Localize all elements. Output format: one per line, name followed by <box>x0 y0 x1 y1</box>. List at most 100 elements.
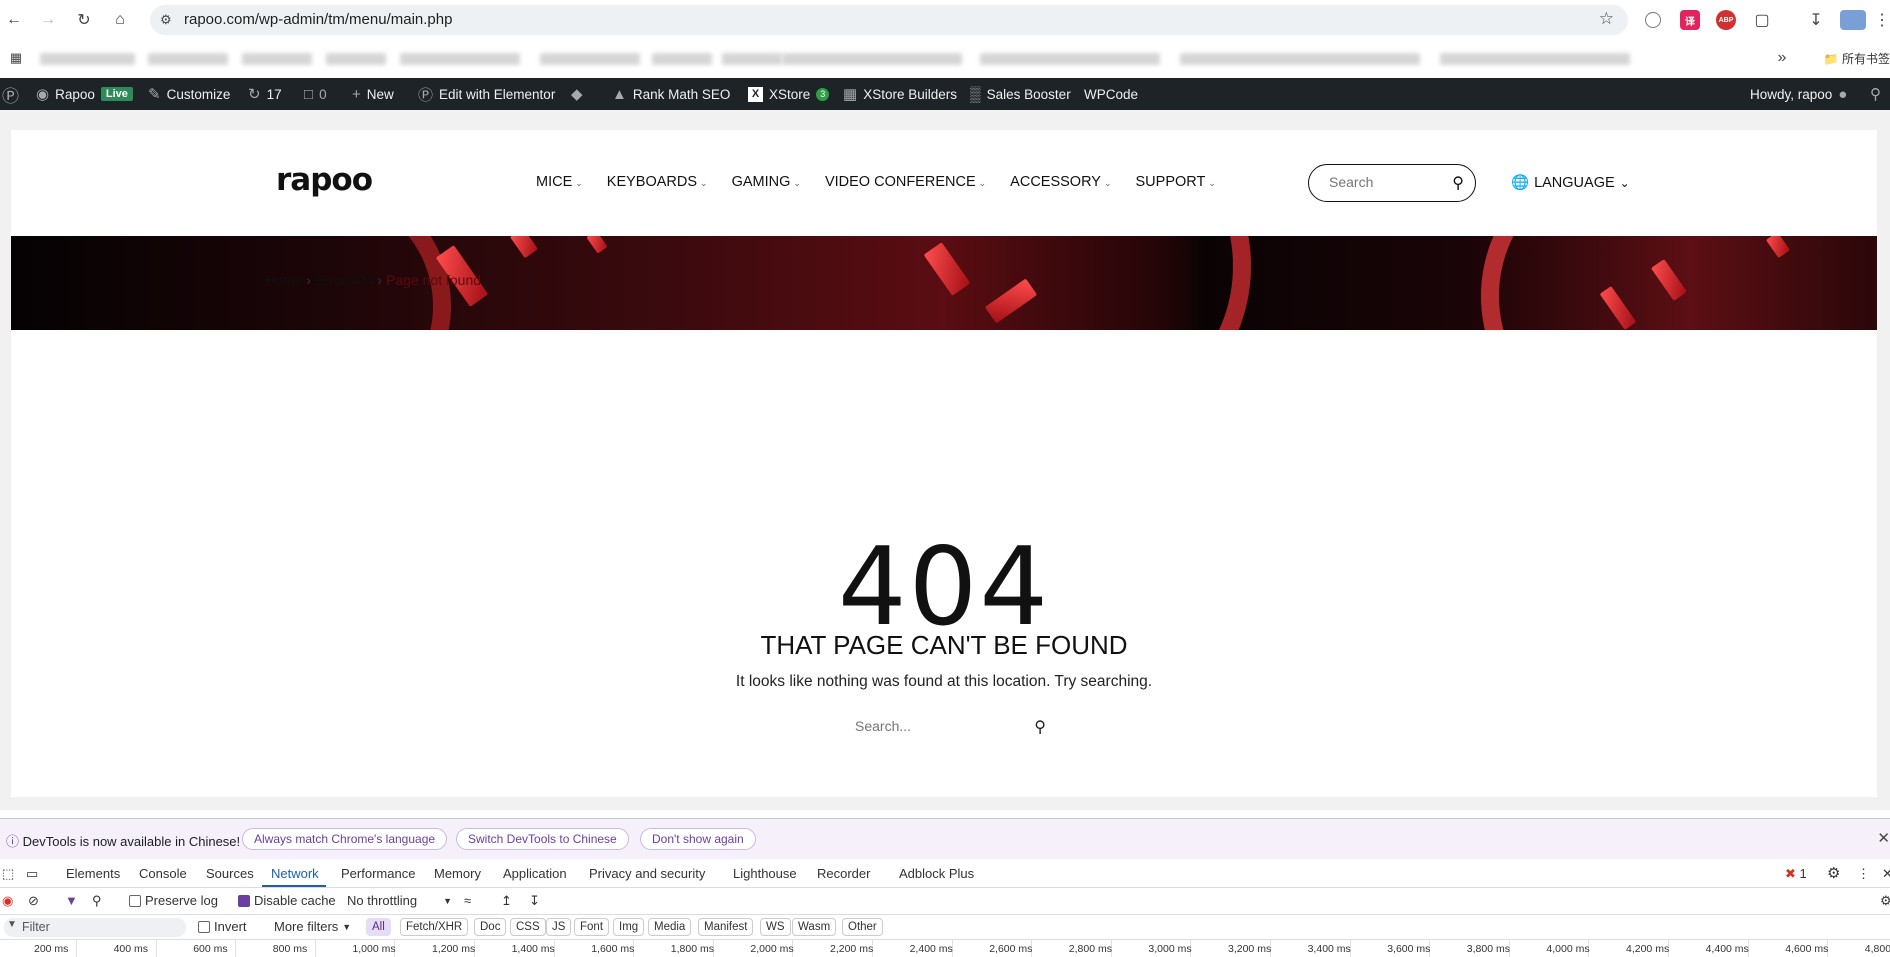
tab-adblock-plus[interactable]: Adblock Plus <box>899 866 974 881</box>
menu-item-keyboards[interactable]: KEYBOARDS ⌄ <box>607 174 708 190</box>
bookmark-item[interactable] <box>40 53 135 65</box>
tab-application[interactable]: Application <box>503 866 567 881</box>
network-settings-icon[interactable]: ⚙ <box>1880 893 1890 909</box>
menu-item-support[interactable]: SUPPORT ⌄ <box>1136 174 1216 190</box>
address-bar[interactable]: ⚙ rapoo.com/wp-admin/tm/menu/main.php ☆ <box>150 5 1628 35</box>
type-filter-font[interactable]: Font <box>574 918 610 936</box>
menu-dots-icon[interactable]: ⋮ <box>1872 10 1890 30</box>
comments-link[interactable]: □ 0 <box>304 78 327 110</box>
network-timeline-overview[interactable]: 200 ms 400 ms 600 ms 800 ms 1,000 ms 1,200 ms… <box>0 940 1890 957</box>
match-language-button[interactable]: Always match Chrome's language <box>242 828 448 850</box>
export-har-icon[interactable]: ↧ <box>529 893 540 909</box>
type-filter-ws[interactable]: WS <box>760 918 791 936</box>
search-icon[interactable]: ⚲ <box>92 893 102 909</box>
clear-icon[interactable]: ⊘ <box>28 893 39 909</box>
search-icon[interactable]: ⚲ <box>1034 717 1046 737</box>
type-filter-doc[interactable]: Doc <box>474 918 507 936</box>
type-filter-js[interactable]: JS <box>546 918 572 936</box>
network-conditions-icon[interactable]: ≈ <box>464 893 471 908</box>
site-info-icon[interactable]: ⚙ <box>160 12 176 28</box>
filter-funnel-icon[interactable]: ▼ <box>65 893 78 908</box>
tab-lighthouse[interactable]: Lighthouse <box>733 866 797 881</box>
type-filter-css[interactable]: CSS <box>510 918 546 936</box>
header-search-input[interactable] <box>1329 174 1439 190</box>
type-filter-img[interactable]: Img <box>613 918 645 936</box>
sales-booster-menu[interactable]: ▒ Sales Booster <box>970 78 1071 110</box>
profile-avatar[interactable] <box>1840 10 1866 30</box>
bookmark-item[interactable] <box>652 53 712 65</box>
more-bookmarks-icon[interactable]: » <box>1772 48 1792 68</box>
account-menu[interactable]: Howdy, rapoo ● <box>1750 78 1847 110</box>
throttling-select[interactable]: No throttling ▼ <box>347 893 452 908</box>
all-bookmarks-folder[interactable]: 📁 所有书签 <box>1824 50 1890 67</box>
language-switcher[interactable]: 🌐 LANGUAGE ⌄ <box>1511 174 1630 192</box>
search-icon[interactable]: ⚲ <box>1452 173 1464 193</box>
type-filter-manifest[interactable]: Manifest <box>698 918 754 936</box>
extension-translate-icon[interactable]: 译 <box>1680 10 1700 30</box>
home-icon[interactable]: ⌂ <box>110 10 130 30</box>
bookmark-item[interactable] <box>400 53 520 65</box>
close-devtools-icon[interactable]: ✕ <box>1882 866 1890 882</box>
menu-item-mice[interactable]: MICE ⌄ <box>536 174 583 190</box>
filter-input[interactable]: Filter <box>4 918 186 937</box>
bookmark-star-icon[interactable]: ☆ <box>1599 9 1614 29</box>
preserve-log-checkbox[interactable]: Preserve log <box>129 893 218 908</box>
dont-show-again-button[interactable]: Don't show again <box>640 828 756 850</box>
device-toolbar-icon[interactable]: ▭ <box>26 866 38 882</box>
rank-math-menu[interactable]: ▲ Rank Math SEO <box>612 78 730 110</box>
bookmark-item[interactable] <box>722 53 782 65</box>
url-text[interactable]: rapoo.com/wp-admin/tm/menu/main.php <box>184 11 452 28</box>
admin-search-icon[interactable]: ⚲ <box>1870 78 1881 110</box>
tab-network[interactable]: Network <box>271 866 319 881</box>
updates-link[interactable]: ↻ 17 <box>248 78 282 110</box>
reload-icon[interactable]: ↻ <box>74 10 94 30</box>
switch-to-chinese-button[interactable]: Switch DevTools to Chinese <box>456 828 629 850</box>
close-icon[interactable]: ✕ <box>1877 829 1890 847</box>
tab-recorder[interactable]: Recorder <box>817 866 870 881</box>
bookmark-item[interactable] <box>242 53 312 65</box>
import-har-icon[interactable]: ↥ <box>501 893 512 909</box>
menu-item-accessory[interactable]: ACCESSORY ⌄ <box>1010 174 1111 190</box>
forward-icon[interactable]: → <box>38 10 58 30</box>
xstore-menu[interactable]: X XStore 3 <box>748 78 830 110</box>
more-filters-dropdown[interactable]: More filters ▼ <box>274 919 351 934</box>
tab-console[interactable]: Console <box>139 866 187 881</box>
type-filter-wasm[interactable]: Wasm <box>792 918 837 936</box>
wordpress-logo-icon[interactable]: Ⓟ <box>2 78 19 110</box>
record-stop-icon[interactable]: ◉ <box>2 893 13 909</box>
tab-performance[interactable]: Performance <box>341 866 415 881</box>
tab-elements[interactable]: Elements <box>66 866 120 881</box>
extensions-puzzle-icon[interactable]: ▢ <box>1752 10 1772 30</box>
bookmark-item[interactable] <box>540 53 640 65</box>
inspect-element-icon[interactable]: ⬚ <box>2 866 14 882</box>
xstore-builders-menu[interactable]: ▦ XStore Builders <box>843 78 957 110</box>
menu-item-gaming[interactable]: GAMING ⌄ <box>732 174 801 190</box>
apps-grid-icon[interactable]: ▦ <box>6 48 26 68</box>
type-filter-media[interactable]: Media <box>648 918 692 936</box>
tab-privacy-security[interactable]: Privacy and security <box>589 866 705 881</box>
error-search-input[interactable] <box>855 718 1005 734</box>
adblock-plus-icon[interactable]: ABP <box>1716 10 1736 30</box>
site-name-menu[interactable]: ◉ Rapoo Live <box>36 78 133 110</box>
tab-sources[interactable]: Sources <box>206 866 254 881</box>
type-filter-all[interactable]: All <box>366 918 391 936</box>
new-content-menu[interactable]: + New <box>352 78 394 110</box>
bookmark-item[interactable] <box>1440 53 1630 65</box>
bookmark-item[interactable] <box>782 53 962 65</box>
disable-cache-checkbox[interactable]: Disable cache <box>238 893 336 908</box>
site-logo[interactable]: rapoo <box>276 162 373 198</box>
diamond-menu[interactable]: ◆ <box>571 78 583 110</box>
customize-link[interactable]: ✎ Customize <box>148 78 230 110</box>
more-options-icon[interactable]: ⋮ <box>1857 866 1870 882</box>
wpcode-menu[interactable]: WPCode <box>1084 78 1138 110</box>
bookmark-item[interactable] <box>326 53 386 65</box>
breadcrumb-home[interactable]: Home <box>265 272 302 288</box>
type-filter-fetch-xhr[interactable]: Fetch/XHR <box>400 918 469 936</box>
error-counter[interactable]: ✖ 1 <box>1785 866 1807 882</box>
elementor-link[interactable]: Ⓟ Edit with Elementor <box>418 78 555 110</box>
menu-item-video-conference[interactable]: VIDEO CONFERENCE ⌄ <box>825 174 986 190</box>
tab-memory[interactable]: Memory <box>434 866 481 881</box>
breadcrumb-error[interactable]: Error 404 <box>315 272 373 288</box>
download-icon[interactable]: ↧ <box>1806 10 1826 30</box>
bookmark-item[interactable] <box>980 53 1160 65</box>
